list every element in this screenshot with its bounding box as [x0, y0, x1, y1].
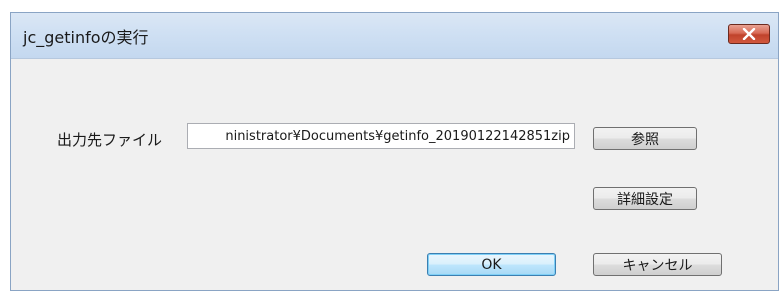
output-file-label: 出力先ファイル: [57, 131, 163, 149]
close-icon: [742, 25, 756, 44]
output-path-input[interactable]: [187, 123, 575, 149]
screen-margin: [0, 0, 10, 291]
advanced-settings-button[interactable]: 詳細設定: [593, 187, 697, 210]
dialog-window: jc_getinfoの実行 出力先ファイル 参照 詳細設定 OK キャンセル: [10, 12, 779, 291]
ok-button[interactable]: OK: [427, 253, 556, 276]
dialog-content: 出力先ファイル 参照 詳細設定 OK キャンセル: [11, 59, 778, 292]
close-button[interactable]: [728, 24, 770, 44]
window-title: jc_getinfoの実行: [23, 28, 149, 47]
title-bar[interactable]: jc_getinfoの実行: [11, 13, 778, 59]
cancel-button[interactable]: キャンセル: [593, 253, 722, 276]
browse-button[interactable]: 参照: [593, 127, 697, 150]
